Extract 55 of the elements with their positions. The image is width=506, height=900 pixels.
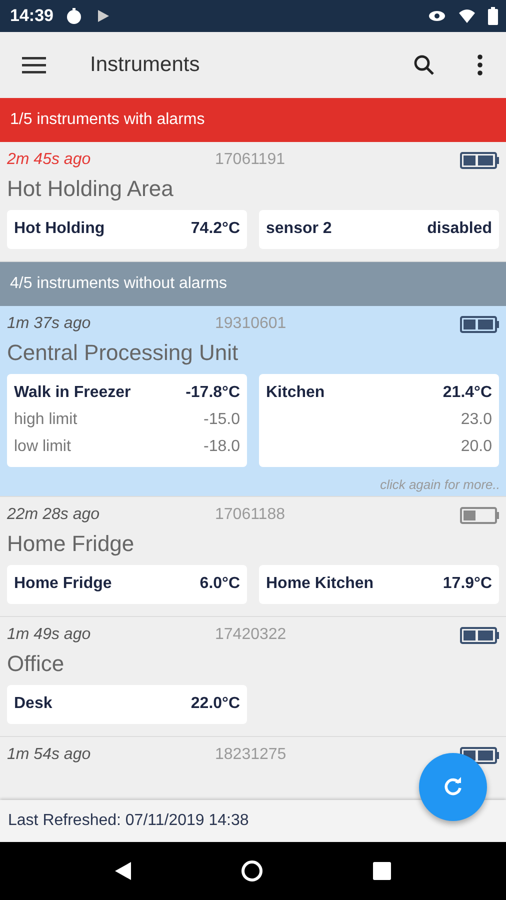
home-icon[interactable] [240, 859, 264, 883]
last-reading-time: 1m 49s ago [7, 626, 92, 644]
sensor-name: Desk [14, 695, 52, 713]
play-store-icon [95, 8, 112, 24]
limit-value: 23.0 [460, 411, 492, 429]
more-options-icon[interactable] [476, 53, 484, 77]
sensor-reading: 17.9°C [442, 575, 492, 593]
last-reading-time: 2m 45s ago [7, 151, 92, 169]
wifi-icon [458, 8, 476, 24]
instrument-item[interactable]: 22m 28s ago 17061188 Home Fridge Home Fridge 6.0°C Home Kitchen 17.9°C [0, 497, 506, 617]
instrument-item[interactable]: 1m 37s ago 19310601 Central Processing Unit Walk in Freezer -17.8°C high limit -15.0 low limit -18.0 Kitchen 21.4°C 23.0 20.0 click again for more.. [0, 306, 506, 497]
limit-label: high limit [14, 411, 78, 429]
sensor-reading: 6.0°C [200, 575, 240, 593]
last-reading-time: 22m 28s ago [7, 506, 101, 524]
sensor-name: Home Fridge [14, 575, 112, 593]
stopwatch-icon [65, 7, 84, 25]
instrument-name: Home Fridge [7, 531, 136, 557]
sensor-reading: disabled [427, 220, 492, 238]
last-reading-time: 1m 37s ago [7, 315, 92, 333]
instrument-name: Hot Holding Area [7, 176, 174, 202]
limit-value: 20.0 [460, 438, 492, 456]
sensor-reading: 74.2°C [190, 220, 240, 238]
eye-icon [428, 8, 446, 24]
instrument-item[interactable]: 1m 49s ago 17420322 Office Desk 22.0°C [0, 617, 506, 737]
section-header: 1/5 instruments with alarms [0, 98, 506, 142]
section-header: 4/5 instruments without alarms [0, 262, 506, 306]
search-icon[interactable] [412, 53, 436, 77]
serial-number: 18231275 [215, 746, 288, 764]
sensor-name: Hot Holding [14, 220, 105, 238]
instrument-name: Office [7, 651, 66, 677]
screen-title: Instruments [90, 53, 201, 77]
sensor-name: Walk in Freezer [14, 384, 131, 402]
hint-text: click again for more.. [380, 477, 500, 492]
battery-icon [488, 7, 498, 25]
limit-value: -15.0 [204, 411, 240, 429]
sensor-reading: -17.8°C [186, 384, 240, 402]
serial-number: 19310601 [215, 315, 288, 333]
instrument-item[interactable]: 2m 45s ago 17061191 Hot Holding Area Hot Holding 74.2°C sensor 2 disabled [0, 142, 506, 262]
last-reading-time: 1m 54s ago [7, 746, 92, 764]
recents-icon[interactable] [372, 861, 392, 881]
instrument-name: Central Processing Unit [7, 340, 240, 366]
sensor-name: Kitchen [266, 384, 325, 402]
sensor-reading: 21.4°C [442, 384, 492, 402]
limit-label: low limit [14, 438, 71, 456]
sensor-reading: 22.0°C [190, 695, 240, 713]
last-refreshed-text: Last Refreshed: 07/11/2019 14:38 [8, 812, 249, 830]
back-icon[interactable] [114, 861, 132, 881]
clock-time: 14:39 [10, 6, 54, 26]
serial-number: 17061191 [215, 151, 286, 169]
serial-number: 17420322 [215, 626, 288, 644]
limit-value: -18.0 [204, 438, 240, 456]
serial-number: 17061188 [215, 506, 286, 524]
sensor-name: sensor 2 [266, 220, 332, 238]
menu-icon[interactable] [22, 55, 48, 75]
sensor-name: Home Kitchen [266, 575, 374, 593]
